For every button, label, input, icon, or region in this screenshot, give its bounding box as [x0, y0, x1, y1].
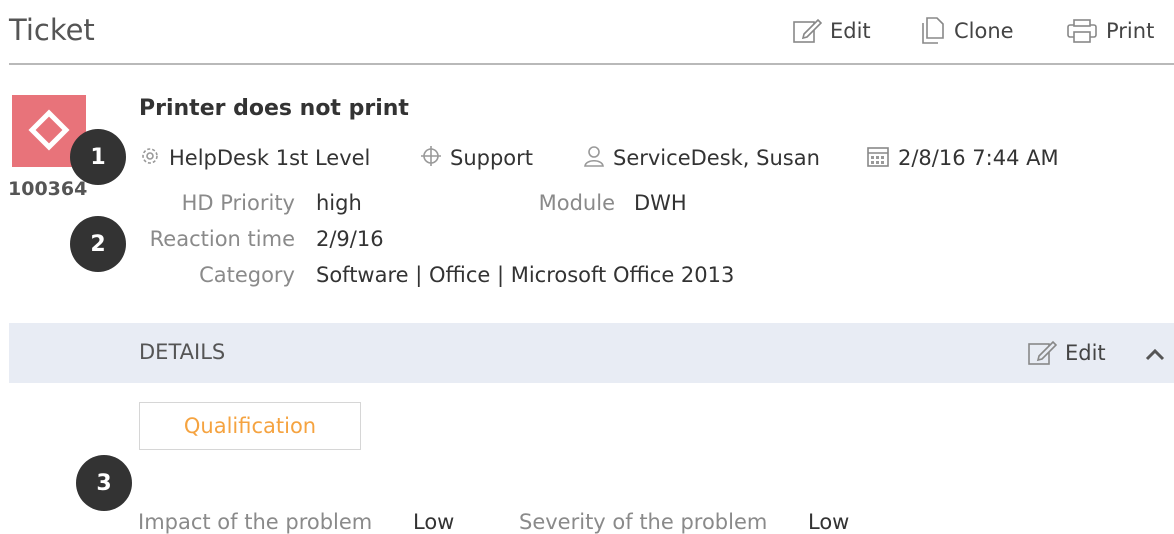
calendar-icon: [866, 144, 890, 173]
details-edit-label: Edit: [1065, 341, 1106, 365]
ticket-id: 100364: [8, 178, 88, 200]
clone-icon: [920, 17, 946, 45]
meta-service: Support: [420, 143, 533, 173]
edit-button[interactable]: Edit: [792, 15, 871, 47]
crosshair-icon: [420, 145, 442, 172]
clone-button[interactable]: Clone: [920, 15, 1014, 47]
assignee-text: ServiceDesk, Susan: [613, 146, 820, 170]
hd-priority-label: HD Priority: [181, 191, 295, 215]
page-title: Ticket: [9, 13, 95, 47]
header-divider: [9, 63, 1174, 65]
callout-badge-1: 1: [70, 129, 126, 185]
impact-value: Low: [413, 510, 455, 534]
printer-icon: [1066, 18, 1098, 44]
meta-group: HelpDesk 1st Level: [139, 143, 370, 173]
module-label: Module: [538, 191, 615, 215]
hd-priority-value: high: [316, 191, 362, 215]
print-button[interactable]: Print: [1066, 15, 1154, 47]
details-title: DETAILS: [139, 340, 226, 364]
category-value: Software | Office | Microsoft Office 201…: [316, 263, 735, 287]
edit-icon: [1027, 340, 1057, 366]
clone-label: Clone: [954, 19, 1014, 43]
print-label: Print: [1106, 19, 1155, 43]
callout-badge-3: 3: [76, 455, 132, 511]
callout-badge-2: 2: [70, 216, 126, 272]
qualification-button[interactable]: Qualification: [139, 402, 361, 450]
edit-label: Edit: [830, 19, 871, 43]
date-text: 2/8/16 7:44 AM: [898, 146, 1059, 170]
edit-icon: [792, 18, 822, 44]
severity-label: Severity of the problem: [519, 510, 768, 534]
meta-date: 2/8/16 7:44 AM: [866, 143, 1059, 173]
ticket-title: Printer does not print: [139, 96, 409, 121]
category-label: Category: [199, 263, 295, 287]
reaction-time-label: Reaction time: [149, 227, 295, 251]
meta-assignee: ServiceDesk, Susan: [583, 143, 820, 173]
user-icon: [583, 144, 605, 173]
service-text: Support: [450, 146, 534, 170]
collapse-chevron-up-icon[interactable]: [1143, 342, 1167, 370]
severity-value: Low: [808, 510, 850, 534]
impact-label: Impact of the problem: [138, 510, 373, 534]
module-value: DWH: [634, 191, 687, 215]
gear-icon: [139, 145, 161, 172]
details-edit-button[interactable]: Edit: [1027, 337, 1106, 369]
reaction-time-value: 2/9/16: [316, 227, 384, 251]
group-text: HelpDesk 1st Level: [169, 146, 371, 170]
